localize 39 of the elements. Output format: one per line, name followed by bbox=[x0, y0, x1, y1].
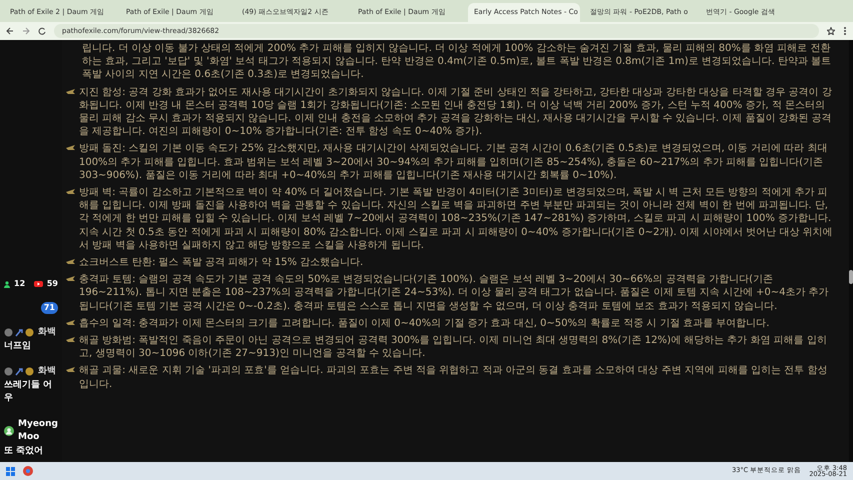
list-item-text: 방패 돌진: 스킬의 기본 이동 속도가 25% 감소했지만, 재사용 대기시간이 삭제되었습니다. 기본 공격 시간이 0.6초(기존 0.5초)로 변경되었으며, 이동 거리에 따라 최대 100%의 추가 피해를 입힙니다. 효과 범위는 보석 레벨 3~20에서 30~94%의 추가 피해를 입히며(기존 85~254%), 충돌은 60~217%의 추가 피해를 입힙니다(기존 303~906%). 품질은 이동 거리에 따라 최대 +0~40%의 추가 피해를 입힙니다(기존 재사용 대기시간 회복률 0~10%). bbox=[78, 142, 828, 182]
bullet-icon bbox=[66, 259, 75, 266]
browser-icon[interactable] bbox=[23, 466, 33, 476]
back-icon[interactable] bbox=[6, 27, 14, 35]
list-item-text: 쇼크버스트 탄환: 펄스 폭발 공격 피해가 약 15% 감소했습니다. bbox=[78, 256, 364, 270]
paragraph: 립니다. 더 이상 이동 불가 상태의 적에게 200% 추가 피해를 입히지 않습니다. 더 이상 적에게 100% 감소하는 숨겨진 기절 효과, 물리 피해의 80%를 화염 피해로 전환하는 효과, 그리고 '보답' 및 '화염' 보석 태그가 적용되지 않습니다. 탄약 반경은 0.4m(기존 0.5m)로, 볼트 폭발 반경은 0.8m(기존 1m)로 변경되었습니다. 탄약과 볼트 폭발 사이의 지연 시간은 0.6초(기존 0.3초)로 변경되었습니다. bbox=[82, 42, 832, 82]
chat-username: 화백 bbox=[38, 326, 56, 339]
count-badge: 71 bbox=[40, 302, 58, 314]
chat-message: 쓰레기들 어우 bbox=[4, 378, 54, 405]
badge-icons bbox=[4, 367, 34, 376]
bullet-icon bbox=[66, 337, 75, 344]
bullet-icon bbox=[66, 189, 75, 196]
person-icon bbox=[4, 280, 10, 288]
list-item-text: 해골 괴물: 새로운 지휘 기술 '파괴의 포효'를 얻습니다. 파괴의 포효는 주변 적을 위협하고 적과 아군의 동결 효과를 소모하여 대상 주변 지역에 피해를 입히는 전투 함성입니다. bbox=[78, 364, 828, 391]
play-icon bbox=[34, 281, 43, 287]
viewer-count: 12 bbox=[14, 278, 26, 290]
bullet-icon bbox=[66, 276, 75, 282]
chat-message: 또 죽었어 bbox=[4, 444, 44, 458]
avatar-icon bbox=[4, 426, 14, 436]
list-item-text: 충격파 토템: 슬램의 공격 속도가 기본 공격 속도의 50%로 변경되었습니다(기존 100%). 슬램은 보석 레벨 3~20에서 30~66%의 공격력을 가합니다(기존 196~211%). 톱니 지면 분출은 108~237%의 공격력을 가합니다(기존 24~53%). 더 이상 물리 공격 태그가 없습니다. 품질은 이제 토템 지속 시간에 +0~4초가 추가됩니다(기존 토템 기본 공격 시간은 0~-0.2초). 충격파 토템은 스스로 톱니 지면을 생성할 수 없으며, 더 이상 충격파 토템에 보조 효과가 적용되지 않습니다. bbox=[78, 273, 830, 313]
bullet-icon bbox=[66, 145, 75, 152]
chat-message: 너프임 bbox=[4, 340, 32, 352]
list-item-text: 지진 함성: 공격 강화 효과가 없어도 재사용 대기시간이 초기화되지 않습니다. 이제 기절 준비 상태인 적을 강타하고, 강타한 대상과 강타한 대상을 타격할 경우 공격이 강화됩니다. 이제 반경 내 몬스터 공격력 10당 슬램 1회가 강화됩니다(기존: 소모된 인내 충전당 1회). 더 이상 넉백 거리 200% 증가, 스턴 누적 400% 증가, 적 몬스터의 물리 피해 감소 무시 효과가 적용되지 않습니다. 이제 인내 충전을 소모하여 추가 공격을 강화하는 대신, 재사용 대기시간을 무시할 수 있습니다. 이제 품질이 강화된 공격을 제공합니다. 여진의 피해량이 0~10% 증가합니다(기존: 전투 함성 속도 0~40% 증가). bbox=[78, 86, 833, 138]
list-item-text: 해골 방화범: 폭발적인 죽음이 주문이 아닌 공격으로 변경되어 공격력 300%를 입힙니다. 이제 미니언 최대 생명력의 8%(기존 12%)에 해당하는 추가 화염 피해를 입히고, 생명력이 30~1096 이하(기존 27~913)인 미니언을 공격할 수 있습니다. bbox=[78, 334, 828, 360]
chat-username: 화백 bbox=[38, 365, 56, 378]
star-icon[interactable] bbox=[827, 27, 835, 35]
start-icon[interactable] bbox=[6, 466, 15, 476]
scrollbar-thumb[interactable] bbox=[849, 270, 853, 284]
menu-icon[interactable] bbox=[843, 26, 847, 36]
bullet-icon bbox=[66, 367, 75, 374]
list-item-text: 흡수의 일격: 충격파가 이제 몬스터의 크기를 고려합니다. 품질이 이제 0~40%의 기절 증가 효과 대신, 0~50%의 확률로 적중 시 기절 효과를 부여합니다. bbox=[78, 316, 770, 330]
viewer-count: 59 bbox=[46, 278, 58, 290]
badge-icons bbox=[4, 328, 34, 338]
forward-icon[interactable] bbox=[22, 27, 30, 35]
list-item-text: 방패 벽: 곡률이 감소하고 기본적으로 벽이 약 40% 더 길어졌습니다. 기본 폭발 반경이 4미터(기존 3미터)로 변경되었으며, 폭발 시 벽 근처 모든 방향의 적에게 추가 피해를 입힙니다. 이제 방패 돌진을 사용하여 벽을 관통할 수 있습니다. 자신의 스킬로 벽을 파괴하면 주변 부분만 파괴되는 것이 아니라 전체 벽이 한 번에 파괴됩니다. 단, 각 적에게 한 번만 피해를 입힐 수 있습니다. 이제 보석 레벨 7~20에서 공격력이 108~235%(기존 147~281%) 증가하며, 스킬로 파괴 시 피해량이 100% 증가합니다. 지속 시간 첫 0.5초 동안 적에게 파괴 시 피해량이 80% 감소합니다. 이제 스킬로 파괴 시 피해량이 0~40% 증가합니다(기존 0~2개). 이제 시야에서 벗어난 대상 위치에서 방패 벽을 사용하면 실패하지 않고 해당 방향으로 스킬을 사용하게 됩니다. bbox=[78, 186, 834, 252]
reload-icon[interactable] bbox=[38, 27, 46, 35]
chat-username: Myeong Moo bbox=[18, 418, 58, 444]
bullet-icon bbox=[66, 88, 75, 95]
bullet-icon bbox=[66, 320, 75, 326]
